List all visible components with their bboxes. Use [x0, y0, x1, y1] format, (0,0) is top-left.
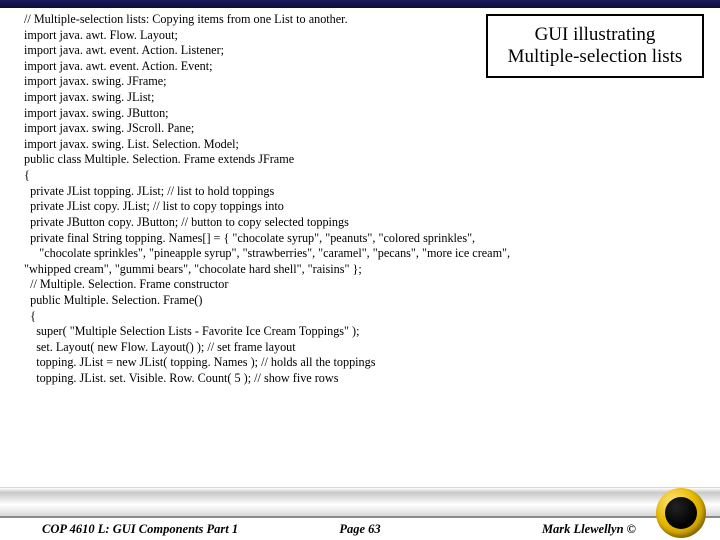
footer-author: Mark Llewellyn ©	[542, 522, 636, 537]
code-line: import javax. swing. List. Selection. Mo…	[24, 137, 704, 153]
code-line: import javax. swing. JList;	[24, 90, 704, 106]
slide: GUI illustrating Multiple-selection list…	[0, 0, 720, 540]
code-line: import java. awt. Flow. Layout;	[24, 28, 704, 44]
code-line: import java. awt. event. Action. Listene…	[24, 43, 704, 59]
footer-text-row: COP 4610 L: GUI Components Part 1 Page 6…	[0, 518, 720, 540]
code-line: "chocolate sprinkles", "pineapple syrup"…	[24, 246, 704, 262]
code-line: // Multiple-selection lists: Copying ite…	[24, 12, 704, 28]
code-line: // Multiple. Selection. Frame constructo…	[24, 277, 704, 293]
code-line: {	[24, 168, 704, 184]
code-line: private JButton copy. JButton; // button…	[24, 215, 704, 231]
code-line: import javax. swing. JButton;	[24, 106, 704, 122]
code-line: private JList topping. JList; // list to…	[24, 184, 704, 200]
code-line: public class Multiple. Selection. Frame …	[24, 152, 704, 168]
footer: COP 4610 L: GUI Components Part 1 Page 6…	[0, 488, 720, 540]
code-line: private final String topping. Names[] = …	[24, 231, 704, 247]
code-line: topping. JList = new JList( topping. Nam…	[24, 355, 704, 371]
code-line: super( "Multiple Selection Lists - Favor…	[24, 324, 704, 340]
top-accent-bar	[0, 0, 720, 8]
footer-gradient	[0, 487, 720, 518]
footer-course: COP 4610 L: GUI Components Part 1	[42, 522, 238, 537]
code-line: private JList copy. JList; // list to co…	[24, 199, 704, 215]
code-line: topping. JList. set. Visible. Row. Count…	[24, 371, 704, 387]
code-content: // Multiple-selection lists: Copying ite…	[24, 12, 704, 484]
footer-page: Page 63	[339, 522, 380, 537]
code-line: import javax. swing. JFrame;	[24, 74, 704, 90]
code-line: {	[24, 309, 704, 325]
ucf-logo-icon	[656, 488, 706, 538]
code-line: "whipped cream", "gummi bears", "chocola…	[24, 262, 704, 278]
code-line: import javax. swing. JScroll. Pane;	[24, 121, 704, 137]
code-line: public Multiple. Selection. Frame()	[24, 293, 704, 309]
code-line: import java. awt. event. Action. Event;	[24, 59, 704, 75]
code-line: set. Layout( new Flow. Layout() ); // se…	[24, 340, 704, 356]
